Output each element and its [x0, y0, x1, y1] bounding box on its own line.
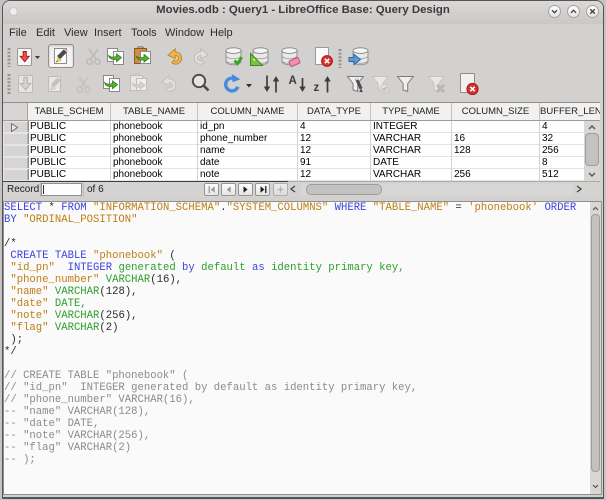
- svg-text:A: A: [289, 75, 297, 87]
- svg-text:z: z: [314, 82, 320, 94]
